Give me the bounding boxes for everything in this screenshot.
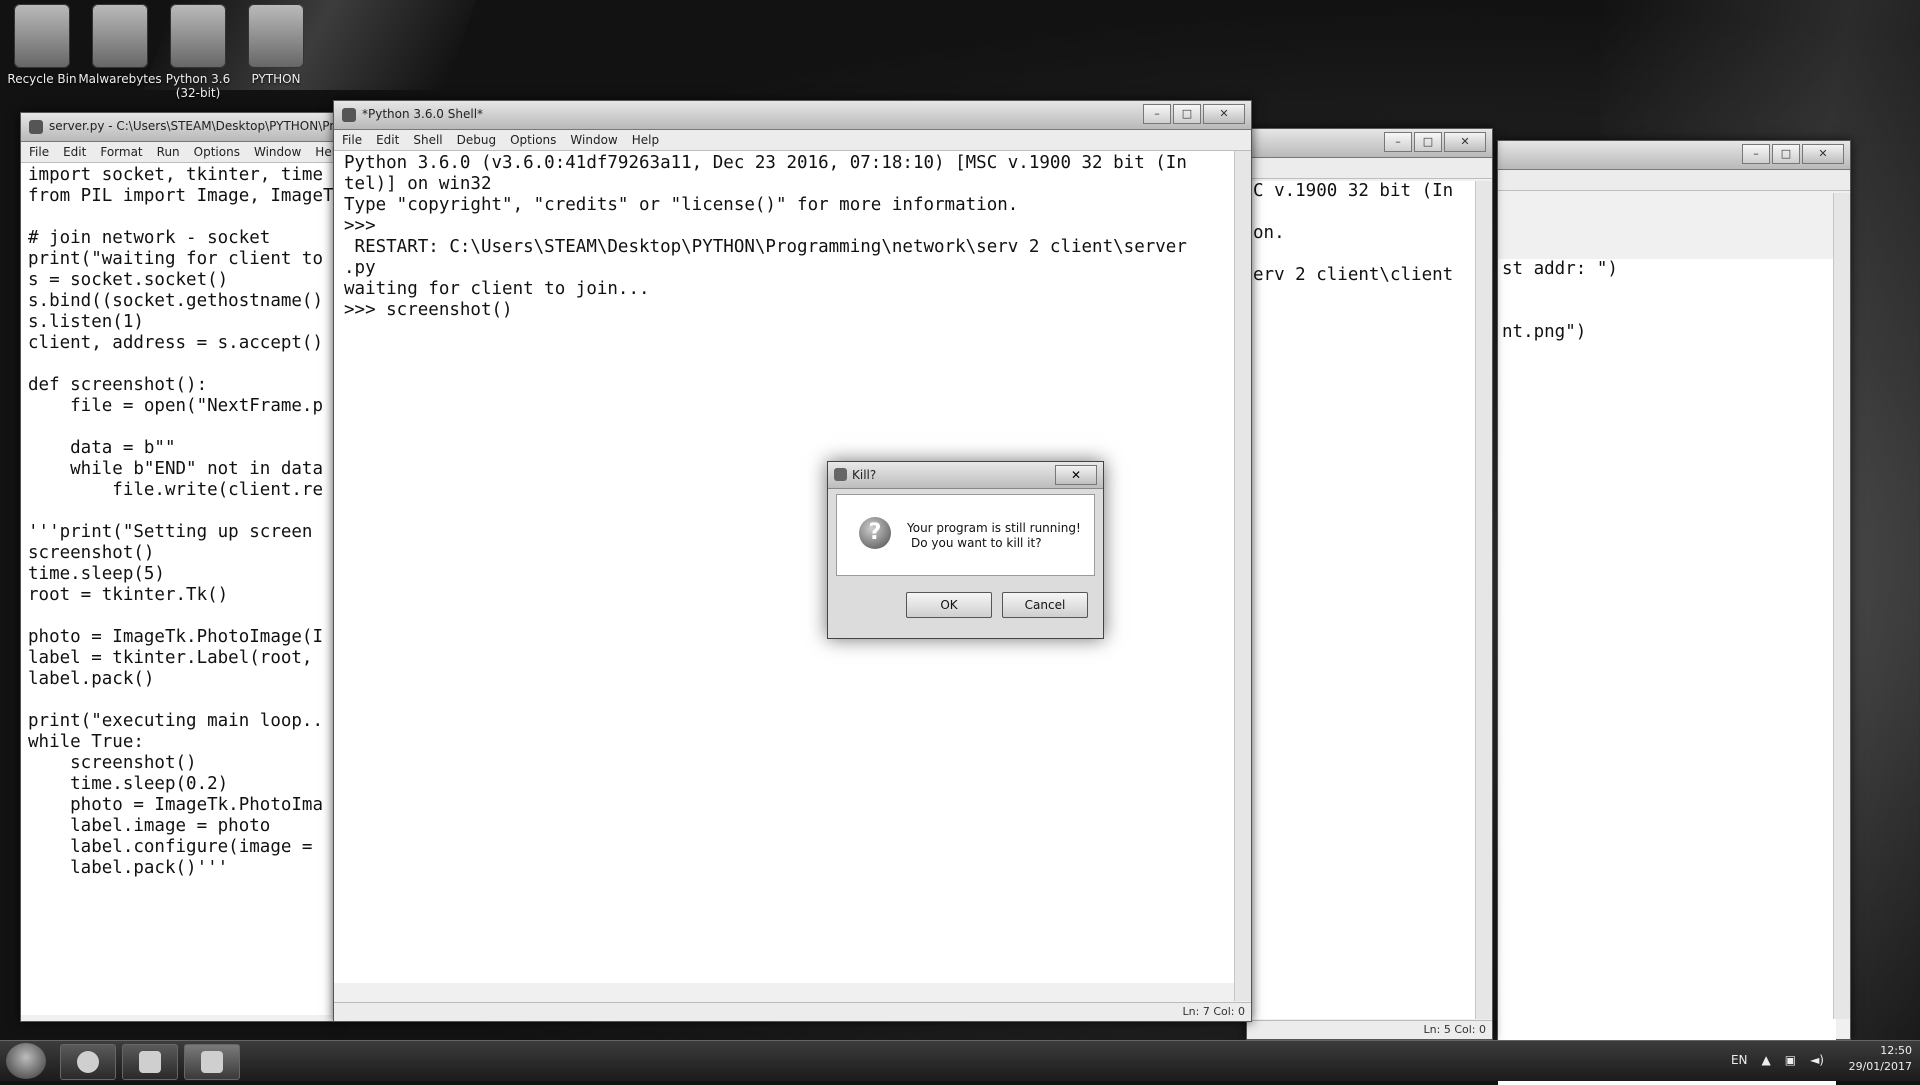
minimize-button[interactable]: –: [1384, 132, 1412, 152]
python-icon: [170, 4, 226, 68]
taskbar-item-chrome[interactable]: [60, 1044, 116, 1080]
dialog-body: ? Your program is still running! Do you …: [836, 494, 1095, 576]
menu-edit[interactable]: Edit: [63, 145, 86, 159]
close-button[interactable]: ✕: [1444, 132, 1486, 152]
question-icon: ?: [859, 517, 891, 549]
menu-window[interactable]: Window: [570, 133, 617, 147]
code-editor[interactable]: st addr: ") nt.png"): [1498, 259, 1836, 1085]
vertical-scrollbar[interactable]: [1234, 151, 1251, 1001]
folder-icon: [139, 1051, 161, 1073]
clock-time: 12:50: [1880, 1044, 1912, 1057]
recycle-bin-icon: [14, 4, 70, 68]
menu-window[interactable]: Window: [254, 145, 301, 159]
clock-date: 29/01/2017: [1848, 1060, 1912, 1073]
close-button[interactable]: ✕: [1203, 104, 1245, 124]
volume-icon[interactable]: ◄): [1810, 1053, 1824, 1067]
menu-edit[interactable]: Edit: [376, 133, 399, 147]
ok-button[interactable]: OK: [906, 592, 992, 618]
menu-format[interactable]: Format: [100, 145, 142, 159]
status-bar: Ln: 5 Col: 0: [1247, 1020, 1492, 1039]
chevron-up-icon[interactable]: ▲: [1762, 1053, 1771, 1067]
idle-icon: [29, 120, 43, 134]
taskbar-item-explorer[interactable]: [122, 1044, 178, 1080]
menu-debug[interactable]: Debug: [457, 133, 496, 147]
kill-dialog[interactable]: Kill? ✕ ? Your program is still running!…: [827, 461, 1104, 639]
desktop-icon-label: Malwarebytes: [78, 72, 162, 86]
dialog-message: Your program is still running! Do you wa…: [907, 521, 1081, 551]
network-icon[interactable]: ▣: [1785, 1053, 1796, 1067]
clock[interactable]: 12:50 29/01/2017: [1849, 1043, 1912, 1075]
chrome-icon: [77, 1051, 99, 1073]
desktop-icon-label: Python 3.6 (32-bit): [165, 72, 231, 100]
dialog-title: Kill?: [852, 468, 877, 482]
start-button[interactable]: [6, 1043, 46, 1079]
python-icon: [201, 1051, 223, 1073]
menubar: File Edit Shell Debug Options Window Hel…: [334, 130, 1251, 151]
dialog-message-line1: Your program is still running!: [907, 521, 1081, 535]
menu-options[interactable]: Options: [194, 145, 240, 159]
close-button[interactable]: ✕: [1802, 144, 1844, 164]
shell-output[interactable]: C v.1900 32 bit (In on. erv 2 client\cli…: [1247, 181, 1479, 1019]
editor-window[interactable]: server.py - C:\Users\STEAM\Desktop\PYTHO…: [20, 112, 403, 1022]
desktop-icon-label: Recycle Bin: [7, 72, 77, 86]
window-titlebar[interactable]: – □ ✕: [1247, 129, 1492, 158]
language-indicator[interactable]: EN: [1731, 1053, 1748, 1067]
system-tray: EN ▲ ▣ ◄): [1731, 1053, 1824, 1067]
idle-icon: [342, 108, 356, 122]
vertical-scrollbar[interactable]: [1475, 181, 1492, 1019]
close-button[interactable]: ✕: [1055, 465, 1097, 485]
window-title: *Python 3.6.0 Shell*: [362, 107, 484, 121]
desktop-icon-label: PYTHON: [251, 72, 301, 86]
menubar: [1498, 170, 1850, 191]
menubar: [1247, 158, 1492, 179]
maximize-button[interactable]: □: [1772, 144, 1800, 164]
shell-window[interactable]: *Python 3.6.0 Shell* – □ ✕ File Edit She…: [333, 100, 1252, 1022]
back-window-2[interactable]: – □ ✕ st addr: ") nt.png"): [1497, 140, 1851, 1085]
idle-icon: [834, 468, 847, 481]
vertical-scrollbar[interactable]: [1833, 193, 1850, 1019]
window-titlebar[interactable]: server.py - C:\Users\STEAM\Desktop\PYTHO…: [21, 113, 403, 142]
maximize-button[interactable]: □: [1414, 132, 1442, 152]
back-window-1[interactable]: – □ ✕ C v.1900 32 bit (In on. erv 2 clie…: [1246, 128, 1493, 1040]
code-editor[interactable]: import socket, tkinter, time from PIL im…: [21, 163, 336, 1015]
menu-options[interactable]: Options: [510, 133, 556, 147]
maximize-button[interactable]: □: [1173, 104, 1201, 124]
menu-file[interactable]: File: [29, 145, 49, 159]
desktop-icon-malwarebytes[interactable]: Malwarebytes: [78, 4, 162, 86]
desktop-icon-python-folder[interactable]: PYTHON: [234, 4, 318, 86]
desktop-icon-recycle-bin[interactable]: Recycle Bin: [0, 4, 84, 86]
dialog-titlebar[interactable]: Kill? ✕: [828, 462, 1103, 489]
desktop-icon-python[interactable]: Python 3.6 (32-bit): [156, 4, 240, 100]
taskbar: EN ▲ ▣ ◄) 12:50 29/01/2017: [0, 1040, 1920, 1081]
dialog-message-line2: Do you want to kill it?: [911, 536, 1042, 550]
minimize-button[interactable]: –: [1742, 144, 1770, 164]
malwarebytes-icon: [92, 4, 148, 68]
menu-help[interactable]: Help: [632, 133, 659, 147]
menu-run[interactable]: Run: [157, 145, 180, 159]
minimize-button[interactable]: –: [1143, 104, 1171, 124]
taskbar-item-python[interactable]: [184, 1044, 240, 1080]
window-titlebar[interactable]: *Python 3.6.0 Shell* – □ ✕: [334, 101, 1251, 130]
window-titlebar[interactable]: – □ ✕: [1498, 141, 1850, 170]
status-bar: Ln: 7 Col: 0: [334, 1002, 1251, 1021]
menubar: File Edit Format Run Options Window Help: [21, 142, 343, 163]
folder-icon: [248, 4, 304, 68]
menu-shell[interactable]: Shell: [413, 133, 442, 147]
menu-file[interactable]: File: [342, 133, 362, 147]
cancel-button[interactable]: Cancel: [1002, 592, 1088, 618]
